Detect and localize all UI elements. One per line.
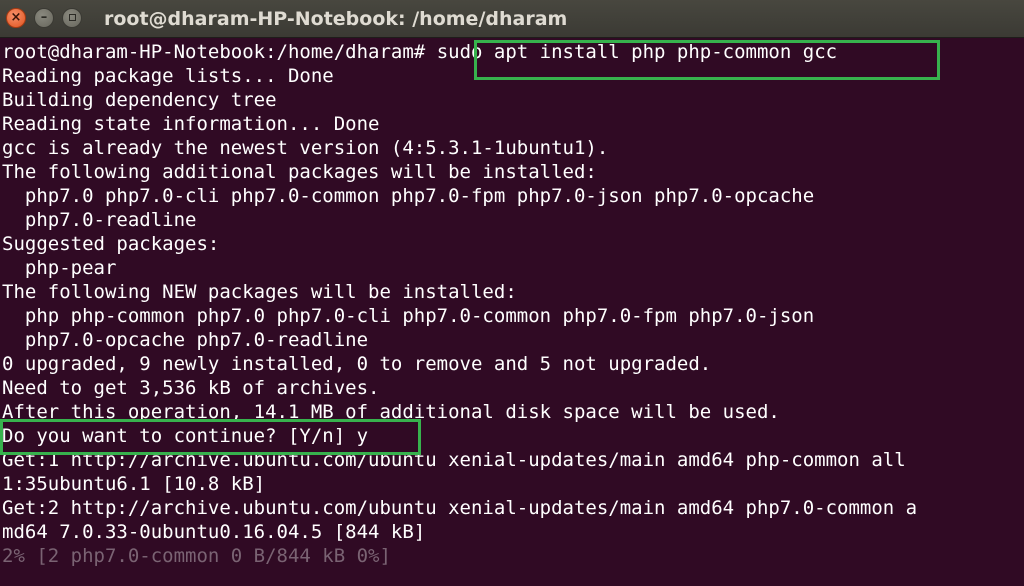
- output-line: php php-common php7.0 php7.0-cli php7.0-…: [2, 305, 815, 327]
- output-line: Get:2 http://archive.ubuntu.com/ubuntu x…: [2, 497, 918, 519]
- title-bar: × – root@dharam-HP-Notebook: /home/dhara…: [0, 0, 1024, 38]
- maximize-icon: [68, 14, 76, 21]
- output-line: php-pear: [2, 257, 117, 279]
- output-line: php7.0-readline: [2, 209, 197, 231]
- terminal-output[interactable]: root@dharam-HP-Notebook:/home/dharam# su…: [0, 38, 1024, 586]
- maximize-button[interactable]: [62, 8, 82, 28]
- output-line: gcc is already the newest version (4:5.3…: [2, 137, 609, 159]
- output-line: php7.0-opcache php7.0-readline: [2, 329, 369, 351]
- close-button[interactable]: ×: [6, 8, 26, 28]
- terminal-window: × – root@dharam-HP-Notebook: /home/dhara…: [0, 0, 1024, 586]
- output-line: Suggested packages:: [2, 233, 220, 255]
- prompt: root@dharam-HP-Notebook:/home/dharam#: [2, 41, 426, 63]
- minimize-icon: –: [40, 10, 48, 25]
- output-line: Reading state information... Done: [2, 113, 380, 135]
- output-line: Reading package lists... Done: [2, 65, 334, 87]
- output-line: The following additional packages will b…: [2, 161, 597, 183]
- progress-line: 2% [2 php7.0-common 0 B/844 kB 0%]: [2, 545, 391, 567]
- output-line: 0 upgraded, 9 newly installed, 0 to remo…: [2, 353, 712, 375]
- output-line: md64 7.0.33-0ubuntu0.16.04.5 [844 kB]: [2, 521, 426, 543]
- window-title: root@dharam-HP-Notebook: /home/dharam: [104, 8, 568, 30]
- output-line: php7.0 php7.0-cli php7.0-common php7.0-f…: [2, 185, 815, 207]
- command-highlight-box: [474, 40, 940, 80]
- confirm-highlight-box: [0, 419, 421, 455]
- output-line: Building dependency tree: [2, 89, 277, 111]
- close-icon: ×: [10, 10, 22, 25]
- output-line: Need to get 3,536 kB of archives.: [2, 377, 380, 399]
- minimize-button[interactable]: –: [34, 8, 54, 28]
- output-line: 1:35ubuntu6.1 [10.8 kB]: [2, 473, 266, 495]
- output-line: The following NEW packages will be insta…: [2, 281, 517, 303]
